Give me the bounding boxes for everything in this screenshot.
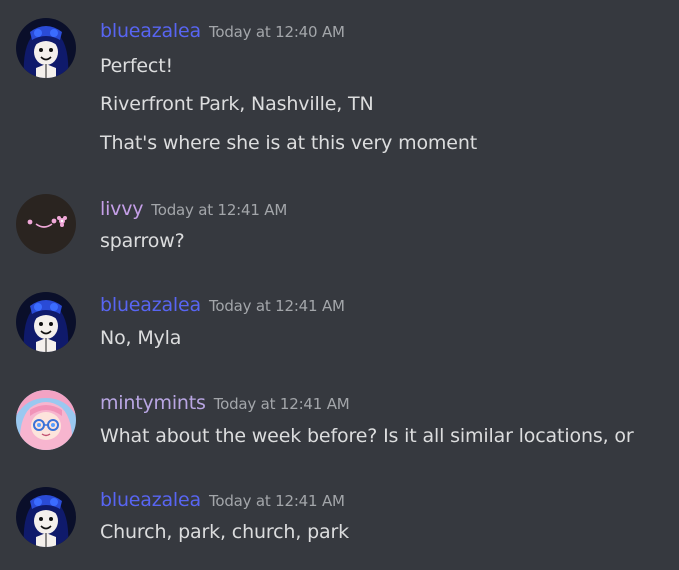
message-text: sparrow? [100, 230, 185, 252]
message-text: Riverfront Park, Nashville, TN [100, 93, 374, 115]
blue-haired-character-avatar-icon[interactable] [16, 18, 76, 78]
username[interactable]: livvy [100, 198, 143, 220]
username[interactable]: blueazalea [100, 294, 201, 316]
username[interactable]: blueazalea [100, 20, 201, 42]
blue-haired-character-avatar-icon[interactable] [16, 292, 76, 352]
username[interactable]: mintymints [100, 392, 206, 414]
timestamp[interactable]: Today at 12:41 AM [209, 297, 345, 315]
timestamp[interactable]: Today at 12:41 AM [214, 395, 350, 413]
message-text: Church, park, church, park [100, 521, 350, 543]
chat-message-list: blueazalea Today at 12:40 AM Perfect! Riv… [0, 0, 679, 570]
message-text: That's where she is at this very moment [100, 132, 478, 154]
message-text: Perfect! [100, 55, 173, 77]
timestamp[interactable]: Today at 12:40 AM [209, 23, 345, 41]
message-header: blueazalea Today at 12:40 AM [100, 20, 345, 42]
username[interactable]: blueazalea [100, 489, 201, 511]
timestamp[interactable]: Today at 12:41 AM [151, 201, 287, 219]
message-text: No, Myla [100, 327, 182, 349]
message-header: mintymints Today at 12:41 AM [100, 392, 350, 414]
message-text: What about the week before? Is it all si… [100, 425, 634, 447]
pink-haired-character-avatar-icon[interactable] [16, 390, 76, 450]
message-header: livvy Today at 12:41 AM [100, 198, 287, 220]
message-header: blueazalea Today at 12:41 AM [100, 294, 345, 316]
timestamp[interactable]: Today at 12:41 AM [209, 492, 345, 510]
blue-haired-character-avatar-icon[interactable] [16, 487, 76, 547]
message-header: blueazalea Today at 12:41 AM [100, 489, 345, 511]
kaomoji-face-avatar-icon[interactable] [16, 194, 76, 254]
